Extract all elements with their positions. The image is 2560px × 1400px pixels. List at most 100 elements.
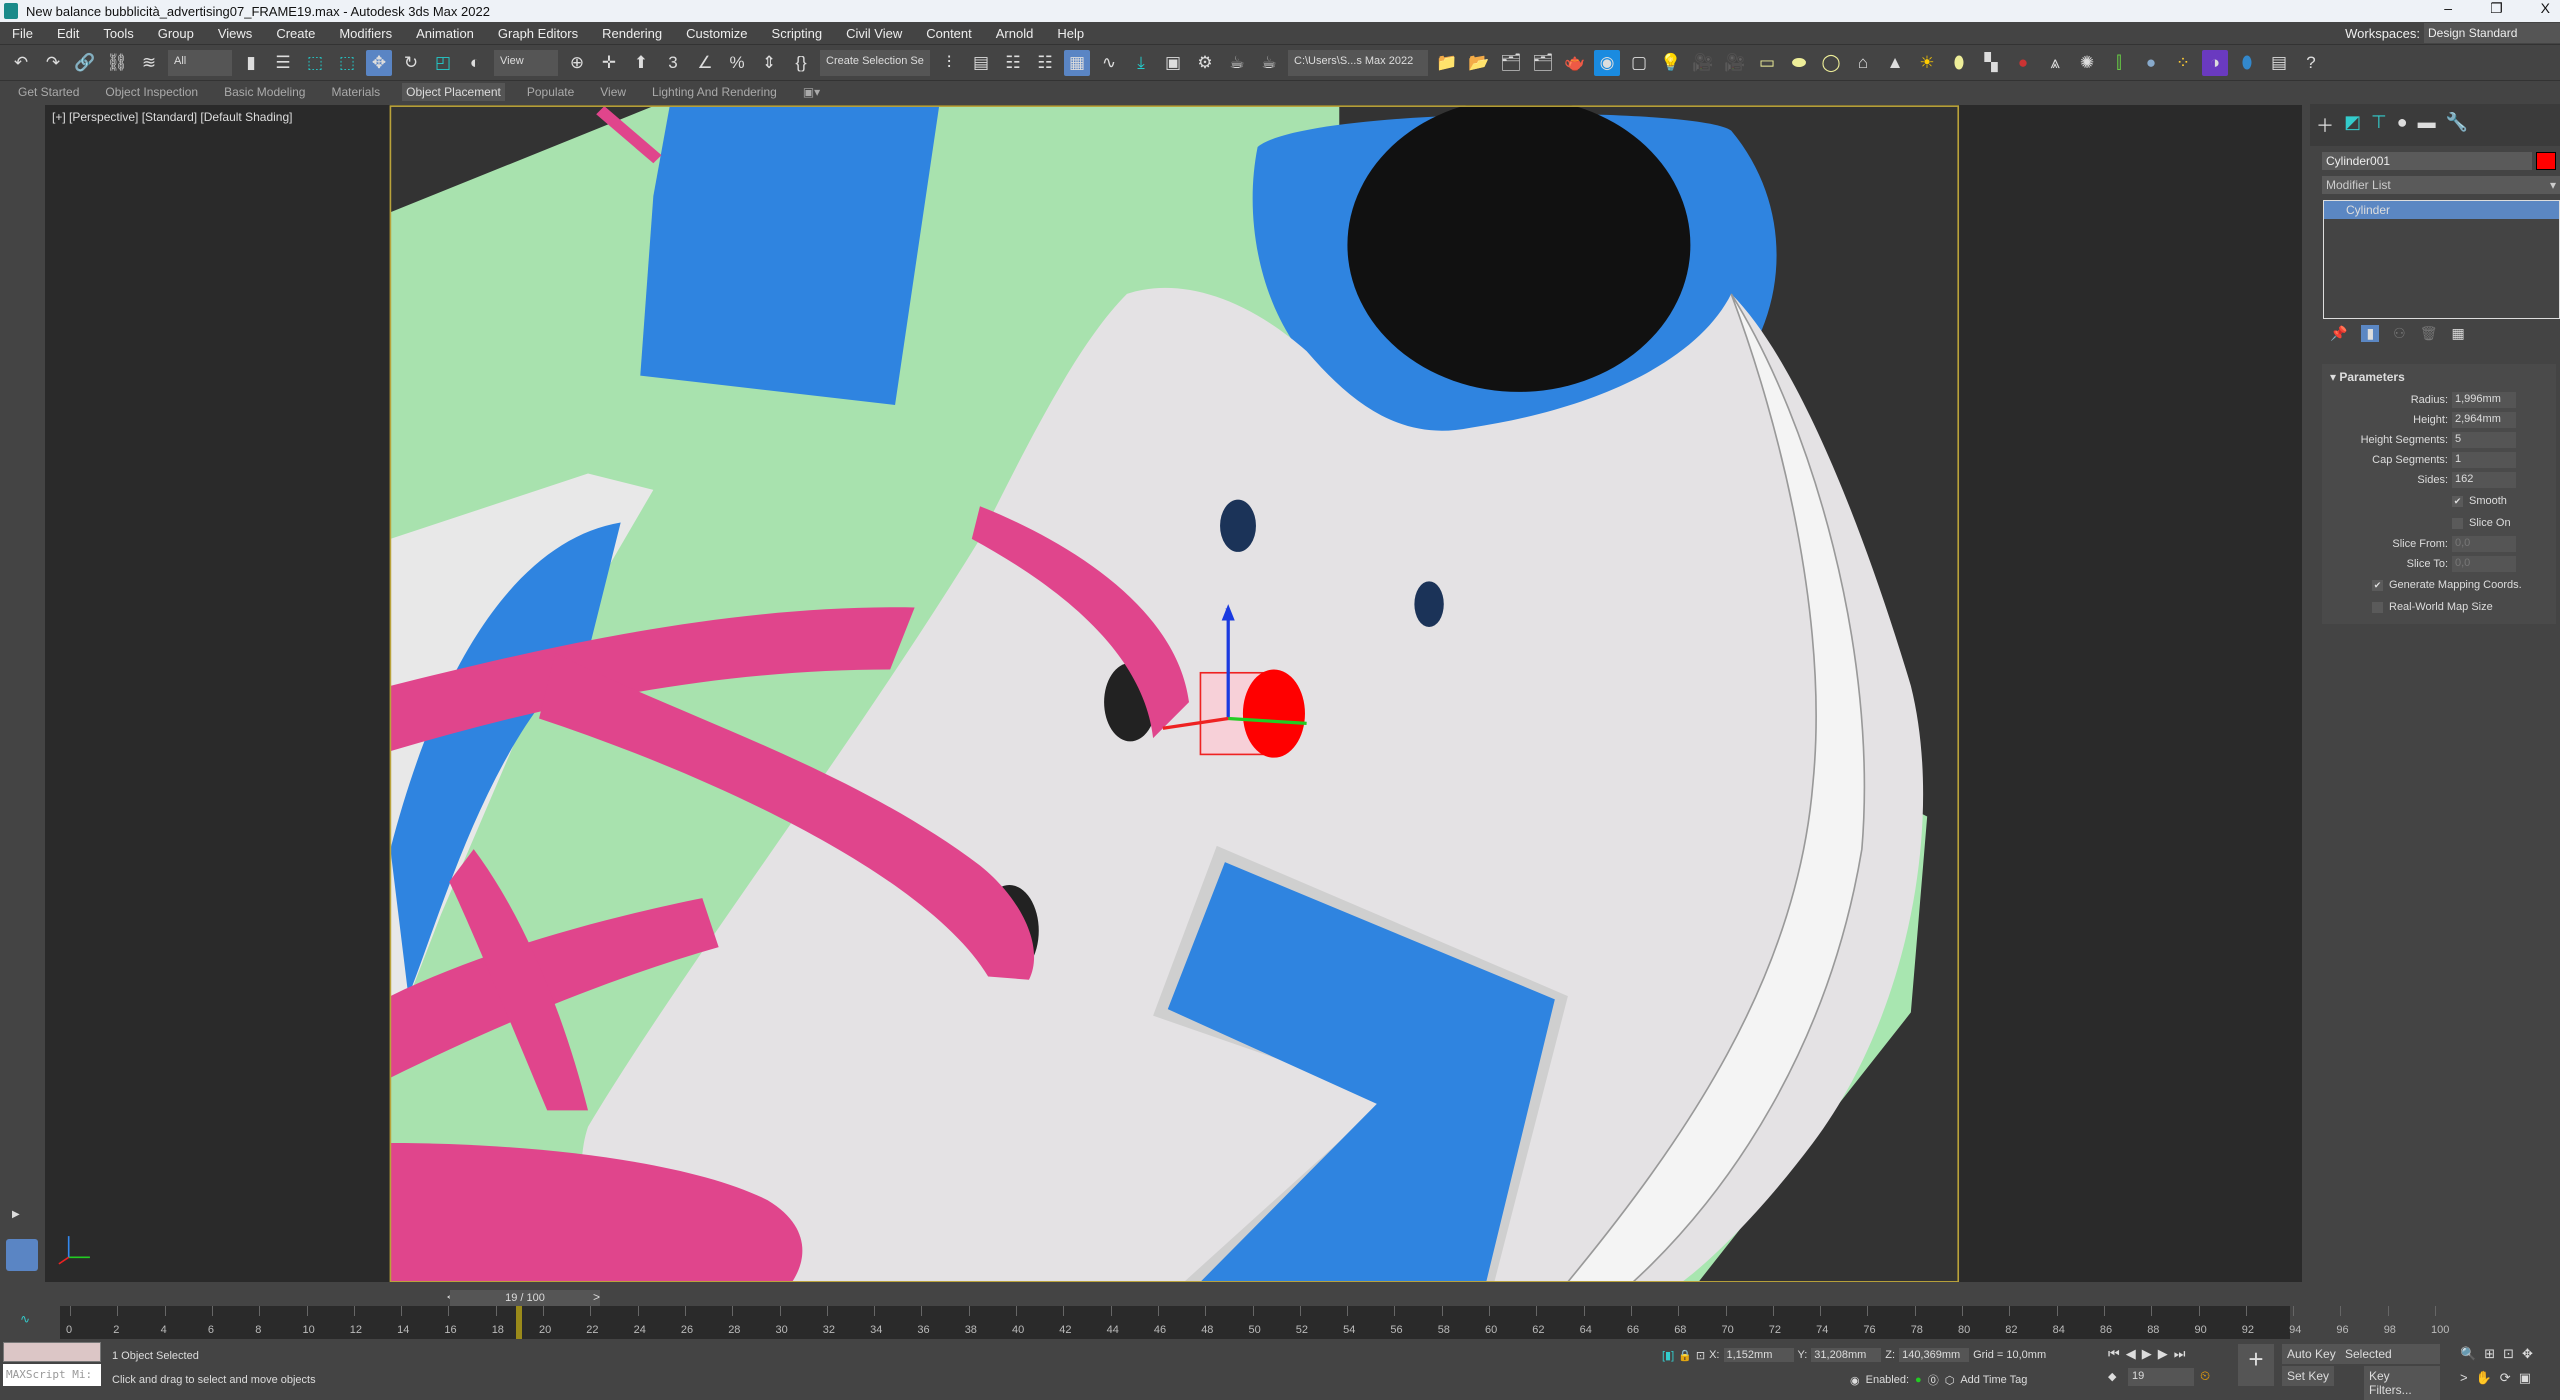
render-setup-icon[interactable]: ⚙ xyxy=(1192,50,1218,76)
ribbon-toggle-icon[interactable]: ▦ xyxy=(1064,49,1090,76)
tab-basic-modeling[interactable]: Basic Modeling xyxy=(220,83,309,101)
tab-populate[interactable]: Populate xyxy=(523,83,578,101)
absolute-mode-icon[interactable]: ⊡ xyxy=(1696,1349,1705,1362)
viewport-layout-icon[interactable] xyxy=(6,1239,38,1271)
particles-icon[interactable]: ● xyxy=(2010,50,2036,76)
fov-icon[interactable]: > xyxy=(2460,1370,2476,1385)
tab-get-started[interactable]: Get Started xyxy=(14,83,83,101)
manipulate-icon[interactable]: ✛ xyxy=(596,50,622,76)
object-color-swatch[interactable] xyxy=(2536,152,2556,170)
remove-modifier-icon[interactable]: 🗑 xyxy=(2420,325,2438,342)
angle-snap-icon[interactable]: ∠ xyxy=(692,50,718,76)
batch-icon[interactable]: ▤ xyxy=(2266,50,2292,76)
menu-edit[interactable]: Edit xyxy=(57,26,79,41)
tab-view[interactable]: View xyxy=(596,83,630,101)
cap-segments-spinner[interactable]: 1 xyxy=(2452,452,2516,468)
maximize-viewport-icon[interactable]: ▣ xyxy=(2519,1370,2539,1385)
menu-group[interactable]: Group xyxy=(158,26,194,41)
smooth-checkbox[interactable]: ✔ Smooth xyxy=(2322,490,2556,512)
unlink-icon[interactable]: ⛓ xyxy=(104,50,130,76)
adaptive-degradation-icon[interactable]: ◉ xyxy=(1850,1374,1860,1387)
project-path-dropdown[interactable]: C:\Users\S...s Max 2022 xyxy=(1288,49,1428,76)
workspace-dropdown[interactable]: Design Standard xyxy=(2424,23,2560,43)
menu-customize[interactable]: Customize xyxy=(686,26,747,41)
mirror-icon[interactable]: ⫶ xyxy=(936,50,962,76)
spinner-snap-icon[interactable]: ⇕ xyxy=(756,50,782,76)
photometric-light-icon[interactable]: ◯ xyxy=(1818,50,1844,76)
show-end-result-icon[interactable]: ▮ xyxy=(2361,325,2380,342)
go-to-end-icon[interactable]: ⏭ xyxy=(2174,1346,2192,1361)
open-folder-icon[interactable]: 📂 xyxy=(1466,50,1492,76)
key-mode-dropdown[interactable]: Selected xyxy=(2340,1344,2440,1364)
tab-object-inspection[interactable]: Object Inspection xyxy=(101,83,202,101)
menu-content[interactable]: Content xyxy=(926,26,972,41)
light-icon[interactable]: 💡 xyxy=(1658,50,1684,76)
time-config-icon[interactable]: ⓪ xyxy=(1928,1372,1939,1388)
rendered-frame-icon[interactable]: ☕ xyxy=(1224,50,1250,76)
z-coordinate-field[interactable]: 140,369mm xyxy=(1899,1348,1970,1362)
mesh-light-icon[interactable]: ⬬ xyxy=(1786,50,1812,76)
arnold-plugin-icon[interactable]: ◑ xyxy=(2202,49,2228,76)
next-key-icon[interactable]: ▶ xyxy=(2158,1346,2174,1361)
zoom-extents-all-icon[interactable]: ✥ xyxy=(2522,1346,2541,1361)
stack-item-cylinder[interactable]: Cylinder xyxy=(2324,201,2559,219)
workspace-selector[interactable]: Workspaces: Design Standard xyxy=(2345,22,2560,44)
motion-tab-icon[interactable]: ● xyxy=(2397,112,2408,138)
y-coordinate-field[interactable]: 31,208mm xyxy=(1811,1348,1882,1362)
select-scale-icon[interactable]: ◰ xyxy=(430,50,456,76)
undo-icon[interactable]: ↶ xyxy=(8,50,34,76)
time-slider[interactable]: 19 / 100 xyxy=(450,1290,600,1306)
bind-space-warp-icon[interactable]: ≋ xyxy=(136,50,162,76)
modifier-stack[interactable]: Cylinder xyxy=(2323,200,2560,319)
create-tab-icon[interactable]: ＋ xyxy=(2316,112,2334,138)
play-icon[interactable]: ▶ xyxy=(2142,1346,2158,1361)
area-light-icon[interactable]: ▭ xyxy=(1754,50,1780,76)
selection-filter-dropdown[interactable]: All xyxy=(168,49,232,76)
isolate-selection-icon[interactable]: [▮] xyxy=(1662,1349,1674,1362)
volume-icon[interactable]: ▚ xyxy=(1978,50,2004,76)
menu-graph-editors[interactable]: Graph Editors xyxy=(498,26,578,41)
timeline-track[interactable]: 0 2 4 6 8 10 12 14 16 18 20 22 24 26 28 30 32 34 36 38 40 42 4… xyxy=(60,1306,2449,1339)
current-frame-field[interactable]: 19 xyxy=(2128,1368,2194,1386)
x-coordinate-field[interactable]: 1,152mm xyxy=(1723,1348,1794,1362)
next-frame-button[interactable]: > xyxy=(593,1290,600,1304)
select-move-icon[interactable]: ✥ xyxy=(366,49,392,76)
placement-icon[interactable]: ◐ xyxy=(462,50,488,76)
pivot-center-icon[interactable]: ⊕ xyxy=(564,50,590,76)
menu-help[interactable]: Help xyxy=(1057,26,1084,41)
shader-icon[interactable]: ⬮ xyxy=(2234,50,2260,76)
edit-named-selection-icon[interactable]: {} xyxy=(788,50,814,76)
dope-sheet-icon[interactable]: ⤓ xyxy=(1128,50,1154,76)
rect-selection-icon[interactable]: ⬚ xyxy=(302,50,328,76)
rollout-header[interactable]: ▾ Parameters xyxy=(2322,364,2556,390)
reference-coord-dropdown[interactable]: View xyxy=(494,49,558,76)
make-unique-icon[interactable]: ⚇ xyxy=(2393,325,2406,342)
spot-light-icon[interactable]: ▲ xyxy=(1882,50,1908,76)
time-configuration-icon[interactable]: ⏲ xyxy=(2200,1368,2210,1384)
slice-to-spinner[interactable]: 0,0 xyxy=(2452,556,2516,572)
maxscript-input[interactable]: MAXScript Mi: xyxy=(3,1364,101,1386)
utilities-tab-icon[interactable]: 🔧 xyxy=(2446,112,2468,138)
modify-tab-icon[interactable]: ◩ xyxy=(2344,112,2361,138)
close-button[interactable]: X xyxy=(2541,0,2550,17)
select-object-icon[interactable]: ▮ xyxy=(238,50,264,76)
arnold-render-icon[interactable]: ◉ xyxy=(1594,49,1620,76)
object-name-field[interactable]: Cylinder001 xyxy=(2322,152,2532,170)
link-icon[interactable]: 🔗 xyxy=(72,50,98,76)
height-segments-spinner[interactable]: 5 xyxy=(2452,432,2516,448)
curve-editor-icon[interactable]: ∿ xyxy=(1096,50,1122,76)
generate-mapping-checkbox[interactable]: ✔ Generate Mapping Coords. xyxy=(2322,574,2556,596)
select-rotate-icon[interactable]: ↻ xyxy=(398,50,424,76)
scene-converter-icon[interactable]: 🗂 xyxy=(1530,50,1556,76)
menu-animation[interactable]: Animation xyxy=(416,26,474,41)
skydome-light-icon[interactable]: ⌂ xyxy=(1850,50,1876,76)
menu-arnold[interactable]: Arnold xyxy=(996,26,1034,41)
maximize-button[interactable]: ❐ xyxy=(2490,0,2503,17)
pin-stack-icon[interactable]: 📌 xyxy=(2330,325,2347,342)
menu-file[interactable]: File xyxy=(12,26,33,41)
slice-from-spinner[interactable]: 0,0 xyxy=(2452,536,2516,552)
fractal-icon[interactable]: ✺ xyxy=(2074,50,2100,76)
help-icon[interactable]: ? xyxy=(2298,50,2324,76)
menu-civil-view[interactable]: Civil View xyxy=(846,26,902,41)
keyboard-shortcut-icon[interactable]: ⬆ xyxy=(628,50,654,76)
